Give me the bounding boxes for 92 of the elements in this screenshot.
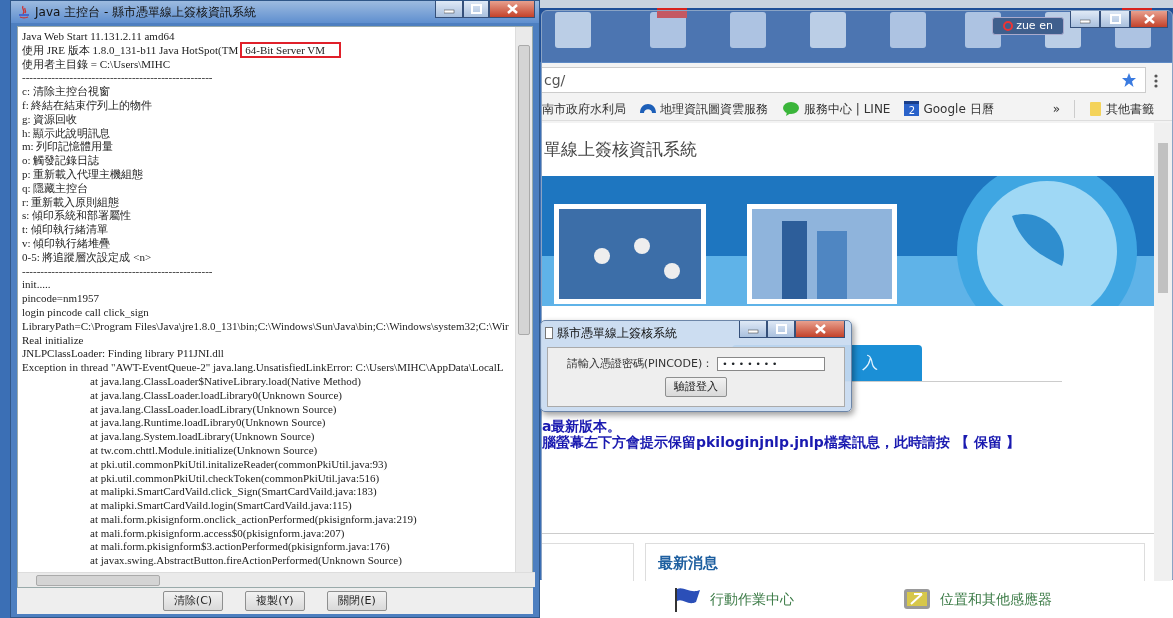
console-text: 使用 JRE 版本 1.8.0_131-b11 Java HotSpot(TM: [22, 43, 239, 56]
page-heading: 單線上簽核資訊系統: [544, 138, 697, 161]
bookmark[interactable]: 南市政府水利局: [542, 99, 626, 118]
close-icon: [814, 324, 826, 334]
address-bar[interactable]: cg/: [542, 67, 1146, 93]
news-title: 最新消息: [658, 553, 718, 574]
console-line: m: 列印記憶體用量: [22, 140, 115, 155]
link-text[interactable]: 位置和其他感應器: [940, 588, 1052, 610]
console-line: t: 傾印執行緒清單: [22, 223, 109, 237]
console-line: q: 隱藏主控台: [22, 181, 90, 196]
console-line: p: 重新載入代理主機組態: [22, 167, 145, 182]
vertical-scrollbar[interactable]: [515, 27, 532, 573]
console-line: 0-5: 將追蹤層次設定成 <n>: [22, 250, 153, 265]
console-line: init.....: [22, 278, 52, 293]
minimize-button[interactable]: [435, 1, 463, 18]
verify-login-button[interactable]: 驗證登入: [665, 376, 727, 397]
dialog-title: 縣市憑單線上簽核系統: [557, 325, 677, 342]
console-line: at mali.form.pkisignform$3.actionPerformed(pkisignform.java:176): [89, 540, 391, 555]
console-line: f: 終結在結束佇列上的物件: [22, 99, 154, 113]
bookmark[interactable]: 2 Google 日曆: [904, 99, 994, 118]
close-button[interactable]: [489, 1, 535, 18]
console-line: c: 清除主控台視窗: [22, 85, 111, 99]
console-line: ----------------------------------------------------: [22, 71, 214, 86]
console-line: at java.lang.System.loadLibrary(Unknown Source): [89, 430, 316, 444]
maximize-button[interactable]: [1100, 11, 1130, 28]
console-line: at java.lang.ClassLoader$NativeLibrary.load(Native Method): [89, 374, 362, 389]
link-text[interactable]: 行動作業中心: [710, 588, 794, 610]
console-line: at pki.util.commonPkiUtil.checkToken(commonPkiUtil.java:516): [89, 471, 381, 486]
console-line: at malipki.SmartCardVaild.click_Sign(SmartCardVaild.java:183): [89, 485, 378, 500]
console-line: h: 顯示此說明訊息: [22, 126, 112, 141]
console-line: Java Web Start 11.131.2.11 amd64: [22, 30, 176, 44]
chat-icon: [782, 100, 800, 117]
maximize-icon: [470, 4, 482, 14]
console-line: Real initialize: [22, 333, 85, 348]
maximize-button[interactable]: [463, 1, 489, 18]
maximize-button[interactable]: [767, 321, 795, 338]
scrollbar[interactable]: [1154, 123, 1172, 581]
notice-text: a最新版本。: [542, 418, 622, 434]
pincode-field[interactable]: •••••••: [717, 357, 826, 372]
console-line: at pki.util.commonPkiUtil.initalizeReader(commonPkiUtil.java:93): [89, 457, 389, 472]
maximize-icon: [1109, 14, 1121, 24]
java-icon: [17, 5, 30, 19]
console-line: v: 傾印執行緒堆疊: [22, 236, 112, 251]
close-icon: [1143, 14, 1155, 24]
console-line: Exception in thread "AWT-EventQueue-2" java.lang.UnsatisfiedLinkError: C:\Users\MIHC\AppData\LocalL: [22, 361, 505, 375]
close-icon: [506, 4, 518, 14]
console-line: s: 傾印系統和部署屬性: [22, 209, 133, 224]
close-button[interactable]: [795, 321, 845, 338]
console-line: at mali.form.pkisignform.onclick_actionPerformed(pkisignform.java:219): [89, 512, 418, 527]
horizontal-scrollbar[interactable]: [18, 572, 535, 587]
folder-icon: [1089, 100, 1102, 117]
console-line: at java.lang.ClassLoader.loadLibrary(Unknown Source): [89, 402, 338, 417]
calendar-icon: 2: [904, 101, 920, 116]
window-title: Java 主控台 - 縣市憑單線上簽核資訊系統: [35, 4, 257, 21]
console-line: r: 重新載入原則組態: [22, 195, 121, 210]
console-line: login pincode call click_sign: [22, 305, 150, 320]
console-line: JNLPClassLoader: Finding library P11JNI.dll: [22, 347, 225, 362]
console-line: at mali.form.pkisignform.access$0(pkisignform.java:207): [89, 526, 346, 541]
console-line: 使用者主目錄 = C:\Users\MIHC: [22, 57, 171, 72]
star-icon: [1121, 72, 1137, 88]
bookmark[interactable]: 地理資訊圖資雲服務: [640, 99, 768, 118]
console-button[interactable]: 複製(Y): [245, 591, 305, 611]
menu-icon: [1154, 73, 1158, 88]
console-line: LibraryPath=C:\Program Files\Java\jre1.8.0_131\bin;C:\Windows\Sun\Java\bin;C:\Windows\system32;C:\Wir: [22, 319, 510, 334]
more-bookmarks-button[interactable]: »: [1052, 99, 1060, 118]
console-button[interactable]: 關閉(E): [327, 591, 387, 611]
console-line: g: 資源回收: [22, 112, 79, 127]
console-line: at java.lang.ClassLoader.loadLibrary0(Unknown Source): [89, 388, 343, 403]
console-line: ----------------------------------------------------: [22, 264, 214, 279]
bookmark[interactable]: 服務中心 | LINE: [782, 99, 891, 118]
minimize-button[interactable]: [739, 321, 767, 338]
maximize-icon: [775, 324, 787, 334]
console-line: at malipki.SmartCardVaild.login(SmartCardVaild.java:115): [89, 499, 353, 513]
swirl-icon: [640, 104, 656, 113]
minimize-button[interactable]: [1070, 11, 1100, 28]
pincode-label: 請輸入憑證密碼(PINCODE)：: [566, 356, 714, 372]
console-line: o: 觸發記錄日誌: [22, 154, 101, 168]
console-line: at java.lang.Runtime.loadLibrary0(Unknown Source): [89, 416, 327, 431]
console-line: at tw.com.chttl.Module.initialize(Unknown Source): [89, 443, 319, 458]
flag-icon: [672, 585, 702, 613]
close-button[interactable]: [1130, 11, 1168, 28]
control-panel-link[interactable]: 行動作業中心: [672, 585, 794, 613]
highlighted-text: 64-Bit Server VM: [240, 41, 342, 58]
bookmark-folder[interactable]: 其他書籤: [1074, 99, 1154, 118]
control-panel-link[interactable]: 位置和其他感應器: [902, 585, 1052, 613]
notice-text: 腦螢幕左下方會提示保留pkiloginjnlp.jnlp檔案訊息，此時請按 【 保留 】: [542, 434, 1021, 450]
console-line: at javax.swing.AbstractButton.fireActionPerformed(Unknown Source): [89, 554, 403, 569]
profile-icon: [1003, 21, 1014, 31]
console-button[interactable]: 清除(C): [163, 591, 223, 611]
document-icon: [545, 327, 553, 339]
console-line: pincode=nm1957: [22, 292, 101, 306]
profile-button[interactable]: zue en: [992, 17, 1064, 35]
